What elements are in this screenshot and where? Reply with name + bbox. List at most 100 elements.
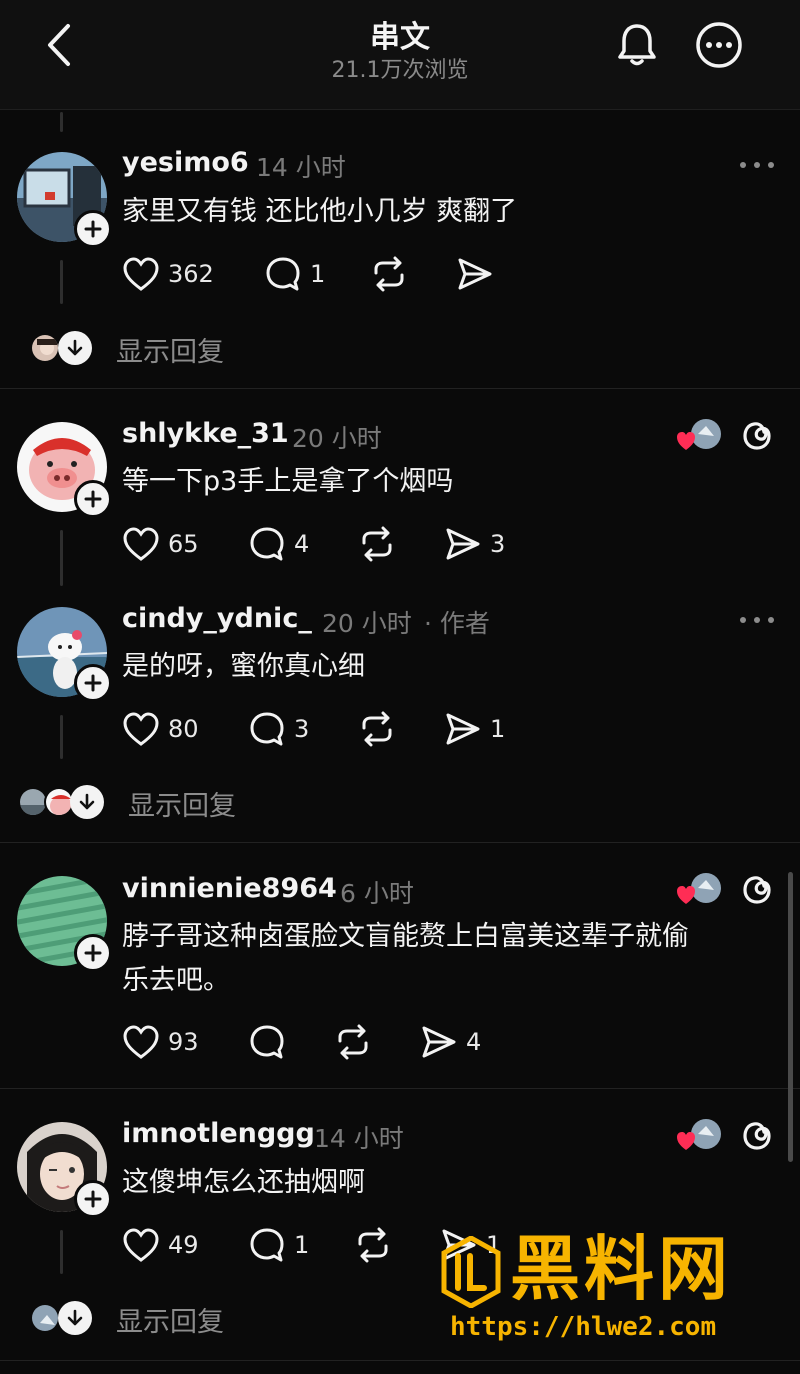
- heart-icon: [123, 1228, 159, 1262]
- share-button[interactable]: 4: [420, 1022, 481, 1062]
- more-options-icon[interactable]: [694, 20, 744, 70]
- repost-button[interactable]: [358, 709, 396, 749]
- like-button[interactable]: 80: [122, 709, 199, 749]
- repost-button[interactable]: [358, 524, 396, 564]
- send-icon: [446, 528, 480, 560]
- heart-icon: [123, 257, 159, 291]
- reply-count: 3: [294, 715, 310, 743]
- follow-plus-button[interactable]: [74, 934, 112, 972]
- reply-button[interactable]: 1: [248, 1225, 309, 1265]
- divider: [0, 1360, 800, 1361]
- reply-count: 1: [294, 1231, 310, 1259]
- comment-text: 这傻坤怎么还抽烟啊: [122, 1167, 365, 1198]
- liked-by-author-badge: [676, 1116, 722, 1156]
- repost-button[interactable]: [354, 1225, 392, 1265]
- username[interactable]: shlykke_31: [122, 418, 289, 449]
- like-button[interactable]: 93: [122, 1022, 199, 1062]
- thread-line: [60, 715, 63, 759]
- username[interactable]: yesimo6: [122, 147, 249, 178]
- threads-logo-icon: [743, 876, 771, 904]
- send-icon: [446, 713, 480, 745]
- watermark: 黑料网 https://hlwe2.com: [440, 1228, 780, 1348]
- share-button[interactable]: 3: [444, 524, 505, 564]
- username[interactable]: vinnienie8964: [122, 873, 337, 904]
- liked-by-author-badge: [676, 870, 722, 910]
- bell-icon[interactable]: [612, 20, 662, 70]
- scrollbar[interactable]: [788, 872, 793, 1162]
- like-count: 49: [168, 1231, 199, 1259]
- liked-by-author-badge: [676, 416, 722, 456]
- heart-icon: [123, 527, 159, 561]
- repost-icon: [374, 256, 404, 292]
- repost-icon: [338, 1024, 368, 1060]
- share-count: 1: [490, 715, 506, 743]
- show-replies-row[interactable]: 显示回复: [30, 1298, 270, 1338]
- show-replies-row[interactable]: 显示回复: [30, 328, 270, 368]
- like-button[interactable]: 362: [122, 254, 214, 294]
- thread-line: [60, 530, 63, 586]
- follow-plus-button[interactable]: [74, 664, 112, 702]
- comment-icon: [250, 712, 284, 746]
- like-count: 65: [168, 530, 199, 558]
- username[interactable]: cindy_ydnic_: [122, 603, 312, 634]
- share-count: 3: [490, 530, 506, 558]
- timestamp: 20 小时: [322, 609, 412, 638]
- repost-button[interactable]: [334, 1022, 372, 1062]
- reply-button[interactable]: 3: [248, 709, 309, 749]
- comment-text: 等一下p3手上是拿了个烟吗: [122, 466, 454, 497]
- share-button[interactable]: [456, 254, 494, 294]
- comment-text-line-2: 乐去吧。: [122, 965, 230, 996]
- follow-plus-button[interactable]: [74, 1180, 112, 1218]
- reply-button[interactable]: 4: [248, 524, 309, 564]
- timestamp: 14 小时: [256, 153, 346, 182]
- repost-button[interactable]: [370, 254, 408, 294]
- comment-icon: [250, 527, 284, 561]
- divider: [0, 1088, 800, 1089]
- repost-icon: [358, 1227, 388, 1263]
- reply-avatar: [30, 333, 60, 363]
- show-replies-label: 显示回复: [128, 791, 236, 822]
- thread-line: [60, 112, 63, 132]
- comment-icon: [250, 1025, 284, 1059]
- comment-icon: [250, 1228, 284, 1262]
- repost-icon: [362, 526, 392, 562]
- divider: [0, 842, 800, 843]
- comment-text-line-1: 脖子哥这种卤蛋脸文盲能赘上白富美这辈子就偷: [122, 921, 689, 952]
- timestamp: 20 小时: [292, 424, 382, 453]
- like-count: 80: [168, 715, 199, 743]
- like-button[interactable]: 49: [122, 1225, 199, 1265]
- share-count: 4: [466, 1028, 482, 1056]
- reply-button[interactable]: 1: [264, 254, 325, 294]
- thread-line: [60, 260, 63, 304]
- reply-count: 1: [310, 260, 326, 288]
- threads-logo-icon: [743, 422, 771, 450]
- show-replies-label: 显示回复: [116, 1307, 224, 1338]
- more-icon[interactable]: [740, 160, 776, 170]
- author-tag: · 作者: [424, 609, 490, 638]
- expand-down-icon: [70, 785, 104, 819]
- page-title: 串文: [370, 20, 430, 55]
- follow-plus-button[interactable]: [74, 210, 112, 248]
- expand-down-icon: [58, 1301, 92, 1335]
- expand-down-icon: [58, 331, 92, 365]
- like-count: 93: [168, 1028, 199, 1056]
- thread-line: [60, 1230, 63, 1274]
- watermark-logo-icon: [441, 1236, 501, 1308]
- repost-icon: [362, 711, 392, 747]
- username[interactable]: imnotlenggg: [122, 1118, 315, 1149]
- reply-button[interactable]: [248, 1022, 286, 1062]
- watermark-brand: 黑料网: [510, 1228, 732, 1310]
- timestamp: 6 小时: [340, 879, 414, 908]
- reply-avatar: [30, 1303, 60, 1333]
- view-count: 21.1万次浏览: [331, 58, 469, 83]
- threads-logo-icon: [743, 1122, 771, 1150]
- top-bar: 串文 21.1万次浏览: [0, 0, 800, 110]
- show-replies-row[interactable]: 显示回复: [18, 782, 278, 822]
- share-button[interactable]: 1: [444, 709, 505, 749]
- comment-icon: [266, 257, 300, 291]
- comment-text: 家里又有钱 还比他小几岁 爽翻了: [122, 196, 518, 227]
- watermark-url: https://hlwe2.com: [450, 1312, 717, 1342]
- more-icon[interactable]: [740, 615, 776, 625]
- follow-plus-button[interactable]: [74, 480, 112, 518]
- like-button[interactable]: 65: [122, 524, 199, 564]
